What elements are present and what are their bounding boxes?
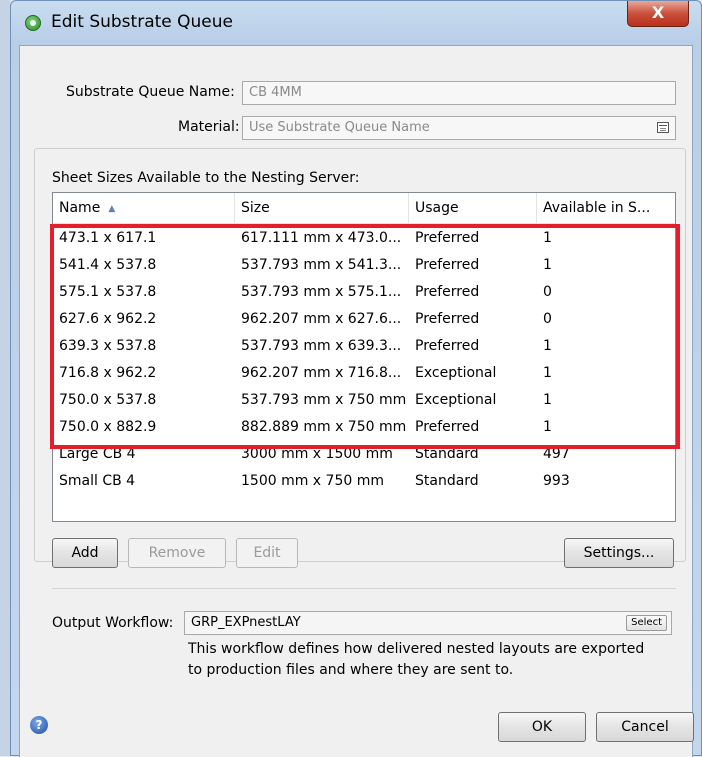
close-button[interactable]: X	[627, 1, 689, 27]
cell-usage: Preferred	[415, 419, 480, 435]
column-header-usage[interactable]: Usage	[409, 193, 537, 223]
cell-usage: Preferred	[415, 257, 480, 273]
cell-usage: Standard	[415, 473, 479, 489]
queue-name-label: Substrate Queue Name:	[66, 84, 235, 100]
sheet-sizes-table[interactable]: Name ▲ Size Usage Available in S... 473.1…	[52, 192, 676, 522]
cell-available: 1	[543, 257, 552, 273]
table-header: Name ▲ Size Usage Available in S...	[53, 193, 675, 224]
select-button[interactable]: Select	[626, 615, 667, 631]
cell-usage: Exceptional	[415, 392, 497, 408]
cell-name: 627.6 x 962.2	[59, 311, 157, 327]
table-row[interactable]: 473.1 x 617.1 617.111 mm x 473.0... Prefer…	[53, 225, 675, 252]
edit-button[interactable]: Edit	[236, 538, 298, 568]
cell-size: 962.207 mm x 627.6...	[241, 311, 402, 327]
cell-size: 1500 mm x 750 mm	[241, 473, 384, 489]
material-value: Use Substrate Queue Name	[249, 120, 430, 135]
cell-usage: Exceptional	[415, 365, 497, 381]
queue-name-field[interactable]: CB 4MM	[242, 81, 676, 105]
column-header-name[interactable]: Name ▲	[53, 193, 235, 223]
cell-available: 1	[543, 338, 552, 354]
output-workflow-value: GRP_EXPnestLAY	[191, 615, 301, 630]
cell-available: 1	[543, 392, 552, 408]
list-picker-icon[interactable]	[657, 122, 669, 133]
cell-usage: Preferred	[415, 311, 480, 327]
title-bar[interactable]: Edit Substrate Queue X	[11, 1, 701, 45]
cell-name: 575.1 x 537.8	[59, 284, 157, 300]
cell-usage: Preferred	[415, 230, 480, 246]
cell-size: 962.207 mm x 716.8...	[241, 365, 402, 381]
cell-name: 541.4 x 537.8	[59, 257, 157, 273]
column-header-available[interactable]: Available in S...	[537, 193, 675, 223]
ok-button[interactable]: OK	[498, 712, 586, 742]
cancel-button[interactable]: Cancel	[596, 712, 694, 742]
cell-name: 750.0 x 882.9	[59, 419, 157, 435]
window-title: Edit Substrate Queue	[51, 12, 233, 32]
table-row[interactable]: 716.8 x 962.2 962.207 mm x 716.8... Except…	[53, 360, 675, 387]
cell-available: 1	[543, 365, 552, 381]
cell-size: 537.793 mm x 750 mm	[241, 392, 407, 408]
cell-size: 537.793 mm x 541.3...	[241, 257, 402, 273]
close-icon: X	[651, 3, 665, 22]
table-row[interactable]: 750.0 x 882.9 882.889 mm x 750 mm Preferre…	[53, 414, 675, 441]
sheet-sizes-label: Sheet Sizes Available to the Nesting Ser…	[52, 170, 360, 186]
sort-ascending-icon: ▲	[108, 204, 116, 214]
cell-available: 497	[543, 446, 570, 462]
cell-usage: Preferred	[415, 284, 480, 300]
cell-name: 639.3 x 537.8	[59, 338, 157, 354]
cell-name: Small CB 4	[59, 473, 136, 489]
output-workflow-field[interactable]: GRP_EXPnestLAY Select	[184, 611, 672, 635]
cell-name: 473.1 x 617.1	[59, 230, 157, 246]
material-label: Material:	[178, 119, 240, 135]
cell-available: 0	[543, 284, 552, 300]
cell-usage: Preferred	[415, 338, 480, 354]
table-row[interactable]: Small CB 4 1500 mm x 750 mm Standard 993	[53, 468, 675, 495]
cell-size: 882.889 mm x 750 mm	[241, 419, 407, 435]
material-field[interactable]: Use Substrate Queue Name	[242, 116, 676, 140]
app-icon	[25, 15, 41, 31]
table-row[interactable]: 750.0 x 537.8 537.793 mm x 750 mm Exceptio…	[53, 387, 675, 414]
cell-available: 993	[543, 473, 570, 489]
settings-button[interactable]: Settings...	[564, 538, 674, 568]
cell-size: 537.793 mm x 575.1...	[241, 284, 402, 300]
output-workflow-label: Output Workflow:	[52, 615, 174, 631]
queue-name-value: CB 4MM	[249, 85, 302, 100]
table-row[interactable]: 627.6 x 962.2 962.207 mm x 627.6... Prefer…	[53, 306, 675, 333]
workflow-description-line1: This workflow defines how delivered nest…	[188, 641, 645, 657]
cell-available: 1	[543, 230, 552, 246]
remove-button[interactable]: Remove	[128, 538, 226, 568]
workflow-description-line2: to production files and where they are s…	[188, 662, 514, 678]
add-button[interactable]: Add	[52, 538, 118, 568]
cell-size: 537.793 mm x 639.3...	[241, 338, 402, 354]
cell-name: Large CB 4	[59, 446, 136, 462]
background-edge	[0, 0, 10, 756]
cell-size: 3000 mm x 1500 mm	[241, 446, 393, 462]
cell-name: 716.8 x 962.2	[59, 365, 157, 381]
cell-usage: Standard	[415, 446, 479, 462]
separator	[52, 588, 676, 589]
column-header-size[interactable]: Size	[235, 193, 409, 223]
table-row[interactable]: Large CB 4 3000 mm x 1500 mm Standard 497	[53, 441, 675, 468]
cell-name: 750.0 x 537.8	[59, 392, 157, 408]
cell-available: 1	[543, 419, 552, 435]
cell-available: 0	[543, 311, 552, 327]
cell-size: 617.111 mm x 473.0...	[241, 230, 402, 246]
table-row[interactable]: 639.3 x 537.8 537.793 mm x 639.3... Prefer…	[53, 333, 675, 360]
table-row[interactable]: 575.1 x 537.8 537.793 mm x 575.1... Prefer…	[53, 279, 675, 306]
help-icon[interactable]: ?	[30, 716, 48, 734]
table-row[interactable]: 541.4 x 537.8 537.793 mm x 541.3... Prefer…	[53, 252, 675, 279]
